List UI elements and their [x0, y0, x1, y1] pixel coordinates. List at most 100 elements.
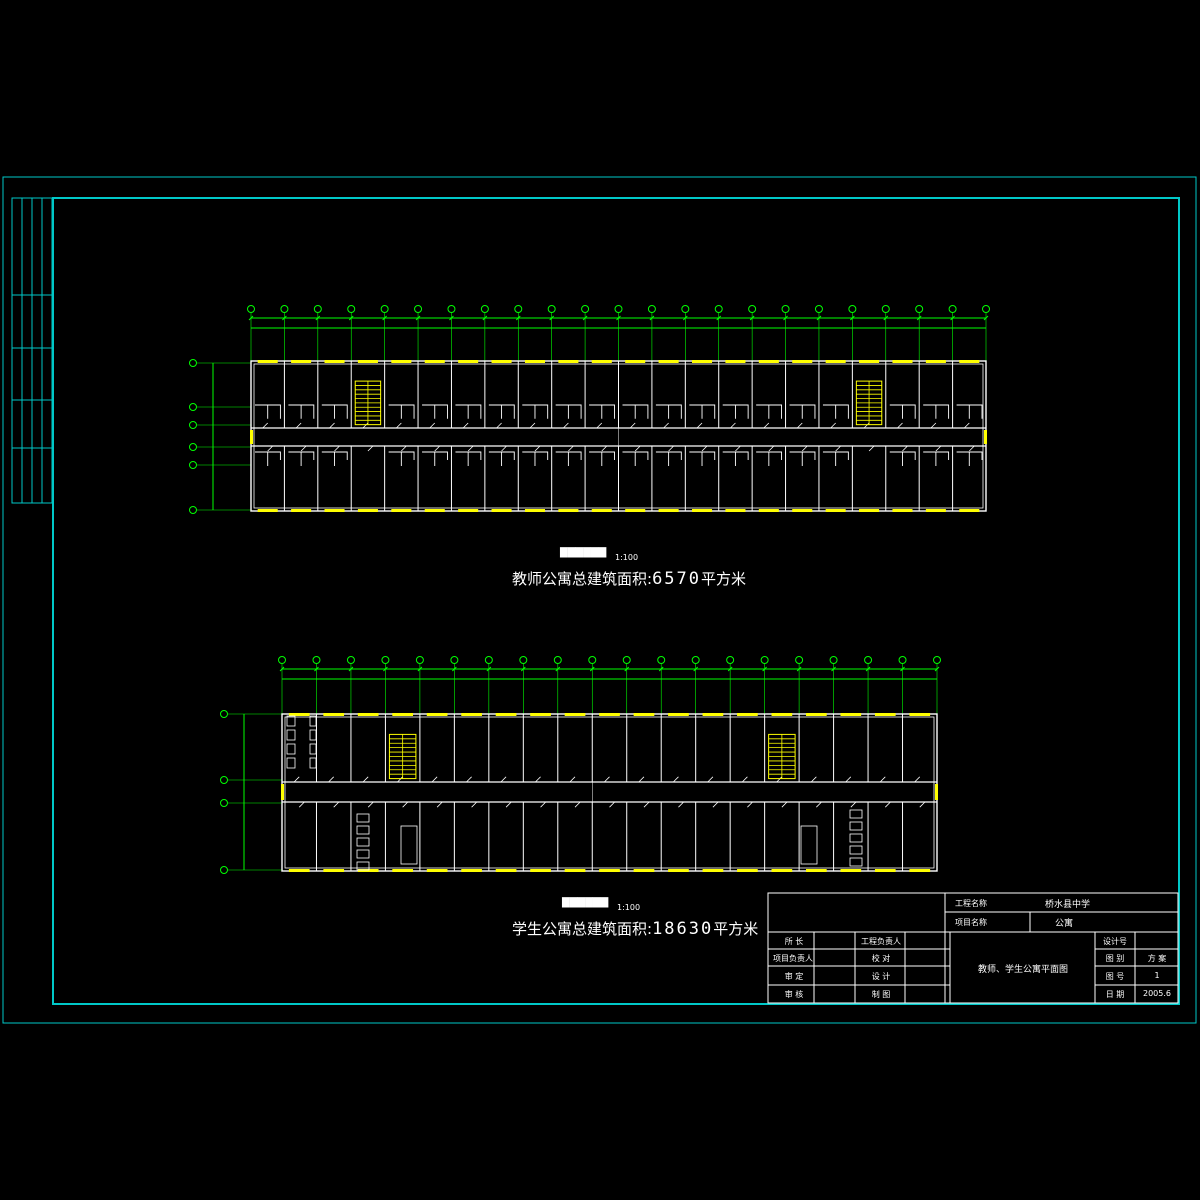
bath-partition: [789, 451, 816, 466]
bath-partition: [255, 451, 281, 466]
bath-partition: [589, 451, 615, 466]
door-swing: [396, 422, 407, 452]
bath-partition: [321, 404, 348, 419]
axis-bubble: [280, 305, 289, 313]
window: [702, 869, 724, 872]
row-axis-bubble: [189, 461, 197, 469]
door-swing: [629, 422, 641, 452]
window: [692, 509, 713, 512]
bath-partition: [488, 404, 515, 419]
bath-partition: [388, 404, 415, 419]
axis-bubble: [312, 656, 321, 664]
axis-bubble: [915, 305, 924, 313]
toilet-stall: [849, 845, 863, 855]
door-swing: [830, 422, 841, 452]
bath-partition: [488, 451, 515, 466]
right-label-3: 图 号: [1105, 972, 1125, 981]
axis-bubble: [614, 305, 623, 313]
student-plan-scale: 1:100: [617, 903, 641, 912]
door-swing: [796, 422, 808, 452]
student-area-value: 18630: [652, 919, 714, 939]
window: [495, 713, 517, 716]
bath-partition: [923, 451, 950, 466]
window: [392, 869, 413, 872]
window: [806, 869, 827, 872]
toilet-stall: [849, 833, 863, 843]
axis-bubble: [726, 656, 735, 664]
axis-bubble: [381, 656, 390, 664]
axis-bubble: [553, 656, 562, 664]
window: [892, 509, 913, 512]
window: [524, 360, 545, 363]
door-swing: [362, 422, 374, 452]
door-swing: [535, 776, 547, 808]
window: [792, 509, 813, 512]
bath-partition: [822, 404, 849, 419]
window: [257, 509, 278, 512]
bath-partition: [555, 404, 582, 419]
door-swing: [863, 422, 875, 452]
bath-partition: [388, 451, 415, 466]
toilet-stall: [309, 743, 317, 755]
title-block-lines: [767, 892, 1179, 1004]
door-swing: [329, 422, 340, 452]
door-swing: [930, 422, 942, 452]
plan-teacher: [189, 305, 990, 514]
role-3: 审 定: [784, 972, 804, 981]
axis-bubble: [588, 656, 597, 664]
window: [530, 869, 551, 872]
bath-partition: [522, 451, 549, 466]
bath-partition: [655, 404, 682, 419]
window: [288, 713, 310, 716]
window: [806, 713, 827, 716]
door-swing: [696, 422, 708, 452]
window: [558, 509, 579, 512]
axis-bubble: [450, 656, 459, 664]
bath-partition: [422, 451, 448, 466]
window: [840, 869, 862, 872]
window: [702, 713, 724, 716]
window: [625, 509, 646, 512]
door-swing: [293, 776, 305, 808]
window: [725, 509, 746, 512]
axis-bubble: [898, 656, 907, 664]
right-label-2: 图 别: [1105, 954, 1125, 963]
axis-bubble: [781, 305, 790, 313]
toilet-stall: [286, 729, 296, 741]
role2-3: 设 计: [871, 972, 891, 981]
project-value: 桥水县中学: [1045, 900, 1091, 910]
door-swing: [462, 422, 474, 452]
axis-bubble: [480, 305, 489, 313]
window: [491, 360, 512, 363]
window: [491, 509, 512, 512]
window: [392, 713, 413, 716]
bath-partition: [622, 404, 649, 419]
outer-wall: [281, 713, 938, 872]
toilet-stall: [356, 825, 370, 835]
role-2: 项目负责人: [773, 954, 813, 963]
bath-partition: [455, 404, 482, 419]
axis-bubble: [933, 656, 941, 664]
bath-partition: [889, 404, 916, 419]
bath-partition: [321, 451, 348, 466]
row-axis-bubble: [189, 443, 197, 451]
window: [909, 713, 931, 716]
item-label: 项目名称: [955, 918, 987, 927]
teacher-area-label: 教师公寓总建筑面积:: [512, 570, 653, 588]
toilet-stall: [356, 849, 370, 859]
door-swing: [569, 776, 581, 808]
window: [291, 509, 312, 512]
window: [424, 360, 445, 363]
axis-bubble: [647, 305, 656, 313]
axis-bubble: [347, 305, 356, 313]
axis-bubble: [622, 656, 631, 664]
bath-partition: [722, 451, 749, 466]
window: [591, 509, 612, 512]
inner-wall: [284, 716, 935, 869]
student-area-label: 学生公寓总建筑面积:: [512, 920, 653, 938]
window: [737, 869, 758, 872]
window: [461, 869, 482, 872]
window: [658, 360, 679, 363]
window: [558, 360, 579, 363]
toilet-stall: [286, 757, 296, 769]
